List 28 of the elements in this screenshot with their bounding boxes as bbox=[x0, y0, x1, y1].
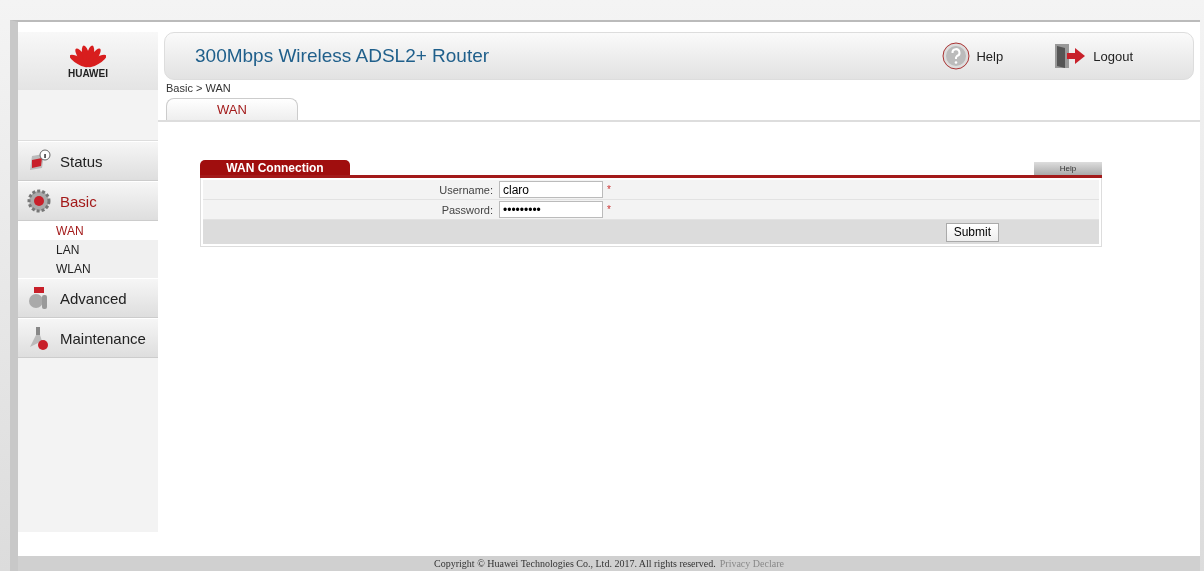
nav-item[interactable]: Basic bbox=[18, 181, 158, 221]
copyright-text: Copyright © Huawei Technologies Co., Ltd. 2017. All rights reserved. bbox=[434, 558, 716, 569]
logout-link[interactable]: Logout bbox=[1053, 42, 1133, 70]
breadcrumb: Basic > WAN bbox=[166, 82, 232, 94]
nav-label: Status bbox=[60, 152, 103, 170]
field-label: Password: bbox=[440, 203, 494, 216]
submit-button[interactable]: Submit bbox=[945, 222, 999, 242]
nav-item[interactable]: Status bbox=[18, 141, 158, 181]
nav-label: Maintenance bbox=[60, 329, 146, 347]
input-field[interactable]: ••••••••• bbox=[499, 201, 603, 218]
router-title: 300Mbps Wireless ADSL2+ Router bbox=[195, 45, 491, 67]
help-link[interactable]: Help bbox=[942, 42, 1004, 70]
required-mark: * bbox=[606, 184, 612, 195]
gear-icon bbox=[26, 188, 52, 214]
subnav-item[interactable]: WAN bbox=[18, 221, 158, 240]
help-icon bbox=[942, 42, 971, 70]
tab[interactable]: WAN bbox=[166, 98, 298, 120]
huawei-logo: HUAWEI bbox=[18, 32, 158, 90]
input-field[interactable]: claro bbox=[499, 181, 603, 198]
nav-item[interactable]: Advanced bbox=[18, 278, 158, 318]
nav-label: Advanced bbox=[60, 289, 127, 307]
panel-title: WAN Connection bbox=[200, 160, 350, 175]
petal-logo-icon bbox=[70, 43, 106, 68]
nav-label: Basic bbox=[60, 192, 97, 210]
help-button[interactable]: Help bbox=[1034, 162, 1102, 175]
field-label: Username: bbox=[438, 183, 494, 196]
required-mark: * bbox=[606, 204, 612, 215]
nav-item[interactable]: Maintenance bbox=[18, 318, 158, 358]
